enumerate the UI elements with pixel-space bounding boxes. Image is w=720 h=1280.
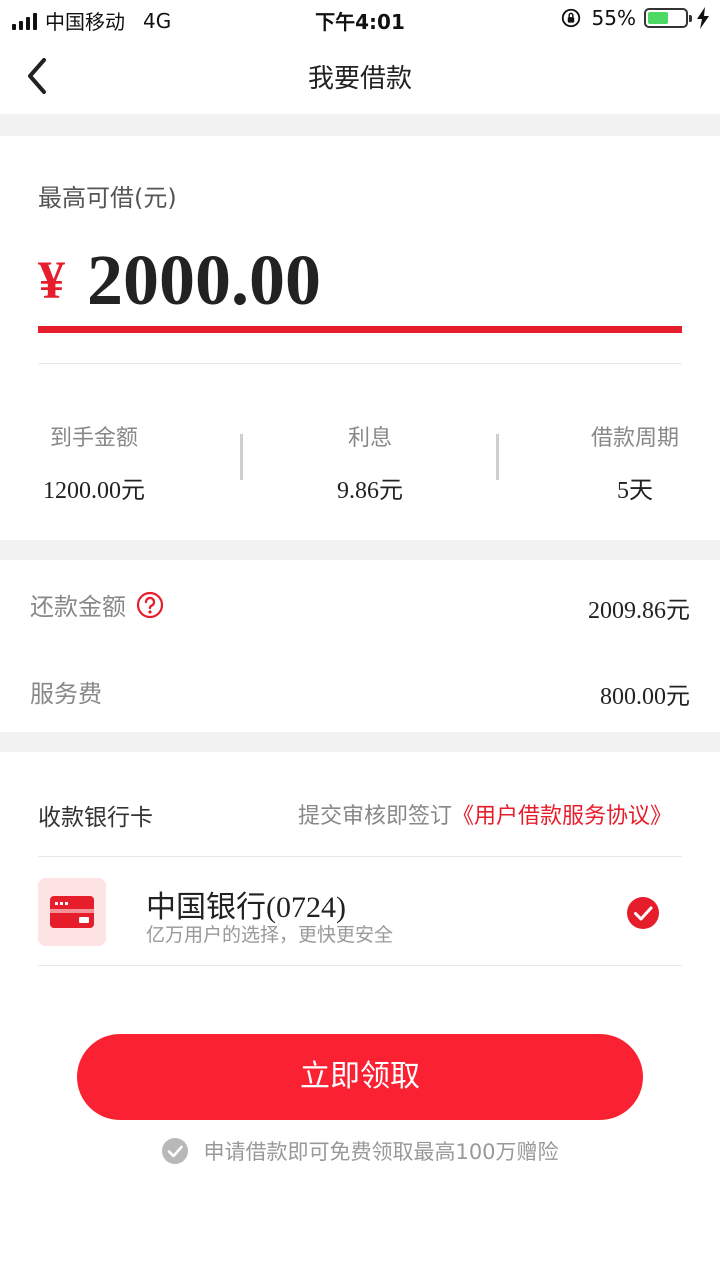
credit-card-icon: [38, 878, 106, 946]
stat-loan-period: 借款周期 5天: [535, 420, 720, 505]
network-type: 4G: [143, 8, 172, 33]
carrier-name: 中国移动: [45, 10, 125, 34]
stat-label: 利息: [347, 426, 392, 451]
check-circle-icon[interactable]: [626, 896, 660, 930]
service-fee-label: 服务费: [30, 680, 102, 708]
bank-card-option[interactable]: 中国银行(0724) 亿万用户的选择，更快更安全: [38, 858, 682, 966]
status-left: 中国移动 4G: [12, 6, 171, 35]
check-circle-icon[interactable]: [161, 1137, 189, 1165]
amount-display: ¥ 2000.00: [38, 240, 321, 320]
status-right: 55%: [560, 6, 710, 30]
question-circle-icon[interactable]: [136, 591, 164, 619]
stat-value: 1200.00元: [43, 478, 145, 504]
charging-bolt-icon: [697, 7, 709, 29]
agreement-link[interactable]: 《用户借款服务协议》: [452, 804, 672, 829]
notice-text: 申请借款即可免费领取最高100万赠险: [203, 1140, 559, 1164]
battery-icon: [644, 8, 692, 28]
amount-underline: [38, 326, 682, 333]
status-bar: 中国移动 4G 下午4:01 55%: [0, 0, 720, 40]
amount-value: 2000.00: [87, 240, 321, 320]
repayment-label: 还款金额: [30, 593, 126, 621]
max-amount-label: 最高可借(元): [38, 184, 177, 212]
divider: [38, 965, 682, 966]
service-fee-value: 800.00元: [600, 684, 690, 710]
section-divider: [0, 114, 720, 136]
battery-fill: [648, 12, 668, 24]
section-divider: [0, 732, 720, 752]
section-divider: [0, 540, 720, 560]
battery-percent: 55%: [591, 6, 636, 30]
divider: [38, 856, 682, 857]
stat-label: 到手金额: [49, 426, 138, 451]
stat-interest: 利息 9.86元: [270, 420, 470, 505]
repayment-label-row: 还款金额: [30, 587, 164, 622]
signal-icon: [12, 12, 37, 30]
bank-subtitle: 亿万用户的选择，更快更安全: [146, 924, 394, 946]
repayment-value: 2009.86元: [588, 598, 690, 624]
stat-value: 9.86元: [337, 478, 403, 504]
stat-label: 借款周期: [590, 426, 679, 451]
nav-bar: 我要借款: [0, 40, 720, 112]
stat-received-amount: 到手金额 1200.00元: [0, 420, 194, 505]
agreement-prefix: 提交审核即签订: [297, 804, 452, 829]
claim-now-button[interactable]: 立即领取: [77, 1034, 643, 1120]
insurance-notice: 申请借款即可免费领取最高100万赠险: [0, 1136, 720, 1166]
agreement-text: 提交审核即签订《用户借款服务协议》: [298, 798, 672, 830]
stat-separator: [496, 434, 499, 480]
page-title: 我要借款: [307, 64, 412, 94]
stat-separator: [240, 434, 243, 480]
orientation-lock-icon: [561, 8, 580, 28]
currency-symbol: ¥: [38, 250, 65, 310]
bank-card-section-title: 收款银行卡: [38, 805, 153, 831]
divider: [38, 363, 682, 364]
stat-value: 5天: [617, 478, 653, 504]
